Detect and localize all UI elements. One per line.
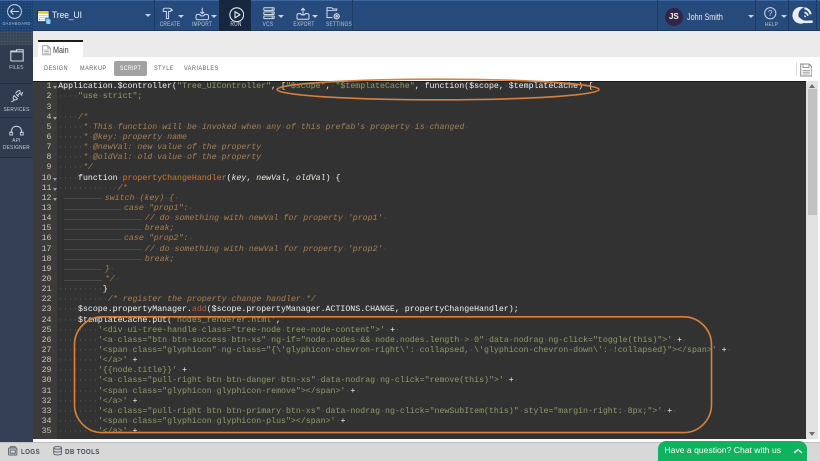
svg-text:?: ? xyxy=(768,8,773,18)
